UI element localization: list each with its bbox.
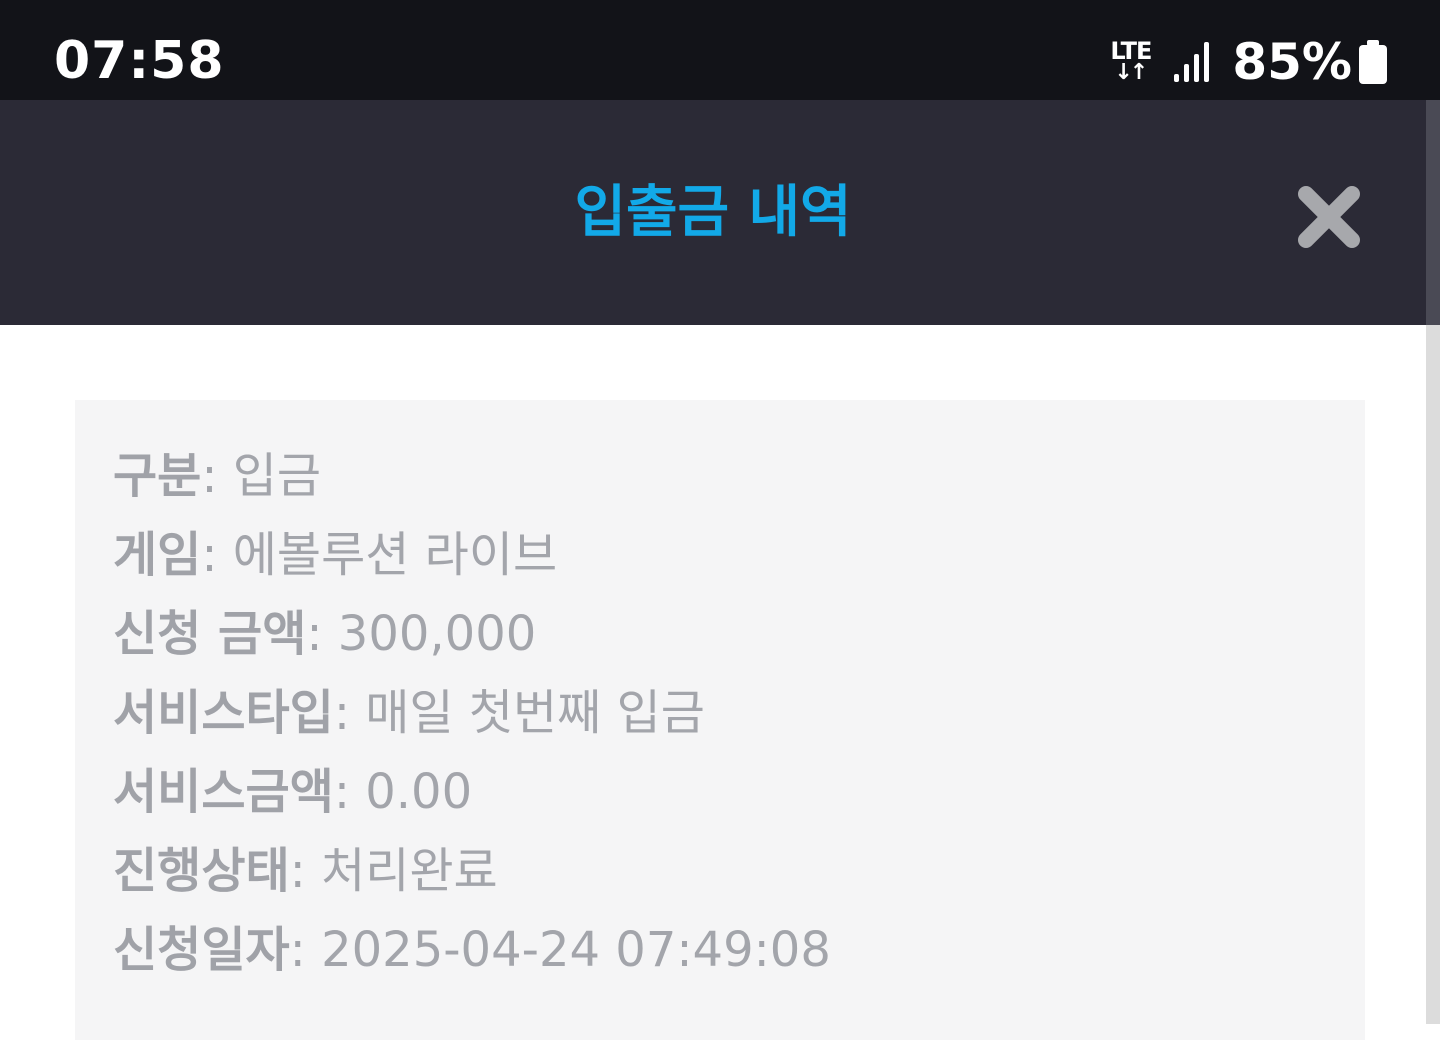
detail-label: 게임	[113, 527, 202, 583]
detail-separator: :	[289, 843, 322, 899]
detail-separator: :	[333, 764, 366, 820]
close-icon[interactable]	[1294, 182, 1364, 252]
detail-row-service-type: 서비스타입: 매일 첫번째 입금	[113, 681, 831, 760]
detail-row-status: 진행상태: 처리완료	[113, 839, 831, 918]
battery-percent: 85%	[1232, 33, 1352, 91]
detail-label: 진행상태	[113, 843, 290, 899]
status-time: 07:58	[54, 31, 225, 91]
signal-icon	[1174, 42, 1210, 82]
detail-separator: :	[333, 685, 366, 741]
status-icons: LTE ↓↑ 85%	[1110, 32, 1388, 92]
detail-separator: :	[306, 606, 338, 662]
detail-value: 300,000	[337, 606, 537, 662]
detail-label: 구분	[113, 448, 202, 504]
lte-arrows: ↓↑	[1114, 60, 1148, 85]
detail-row-amount: 신청 금액: 300,000	[113, 602, 831, 681]
lte-icon: LTE ↓↑	[1110, 37, 1156, 87]
detail-separator: :	[201, 527, 233, 583]
detail-row-game: 게임: 에볼루션 라이브	[113, 523, 831, 602]
modal-header: 입출금 내역	[0, 100, 1426, 325]
detail-label: 서비스타입	[113, 685, 334, 741]
detail-label: 신청일자	[113, 922, 290, 978]
detail-value: 매일 첫번째 입금	[365, 685, 705, 741]
detail-value: 에볼루션 라이브	[232, 527, 558, 583]
transaction-details-box: 구분: 입금 게임: 에볼루션 라이브 신청 금액: 300,000 서비스타입…	[75, 400, 1365, 1040]
status-bar: 07:58 LTE ↓↑ 85%	[0, 0, 1440, 100]
detail-value: 2025-04-24 07:49:08	[321, 922, 831, 978]
detail-row-service-amount: 서비스금액: 0.00	[113, 760, 831, 839]
scrollbar-thumb[interactable]	[1426, 100, 1440, 325]
modal-body: 구분: 입금 게임: 에볼루션 라이브 신청 금액: 300,000 서비스타입…	[0, 325, 1426, 1040]
detail-row-type: 구분: 입금	[113, 444, 831, 523]
detail-label: 신청 금액	[113, 606, 307, 662]
detail-row-date: 신청일자: 2025-04-24 07:49:08	[113, 918, 831, 997]
battery-icon	[1359, 40, 1387, 84]
detail-label: 서비스금액	[113, 764, 334, 820]
detail-value: 처리완료	[321, 843, 498, 899]
detail-separator: :	[289, 922, 322, 978]
detail-value: 입금	[232, 448, 322, 504]
modal-title: 입출금 내역	[574, 180, 852, 245]
detail-separator: :	[201, 448, 233, 504]
scrollbar[interactable]	[1426, 100, 1440, 1024]
detail-value: 0.00	[365, 764, 473, 820]
transaction-details-list: 구분: 입금 게임: 에볼루션 라이브 신청 금액: 300,000 서비스타입…	[113, 444, 831, 997]
